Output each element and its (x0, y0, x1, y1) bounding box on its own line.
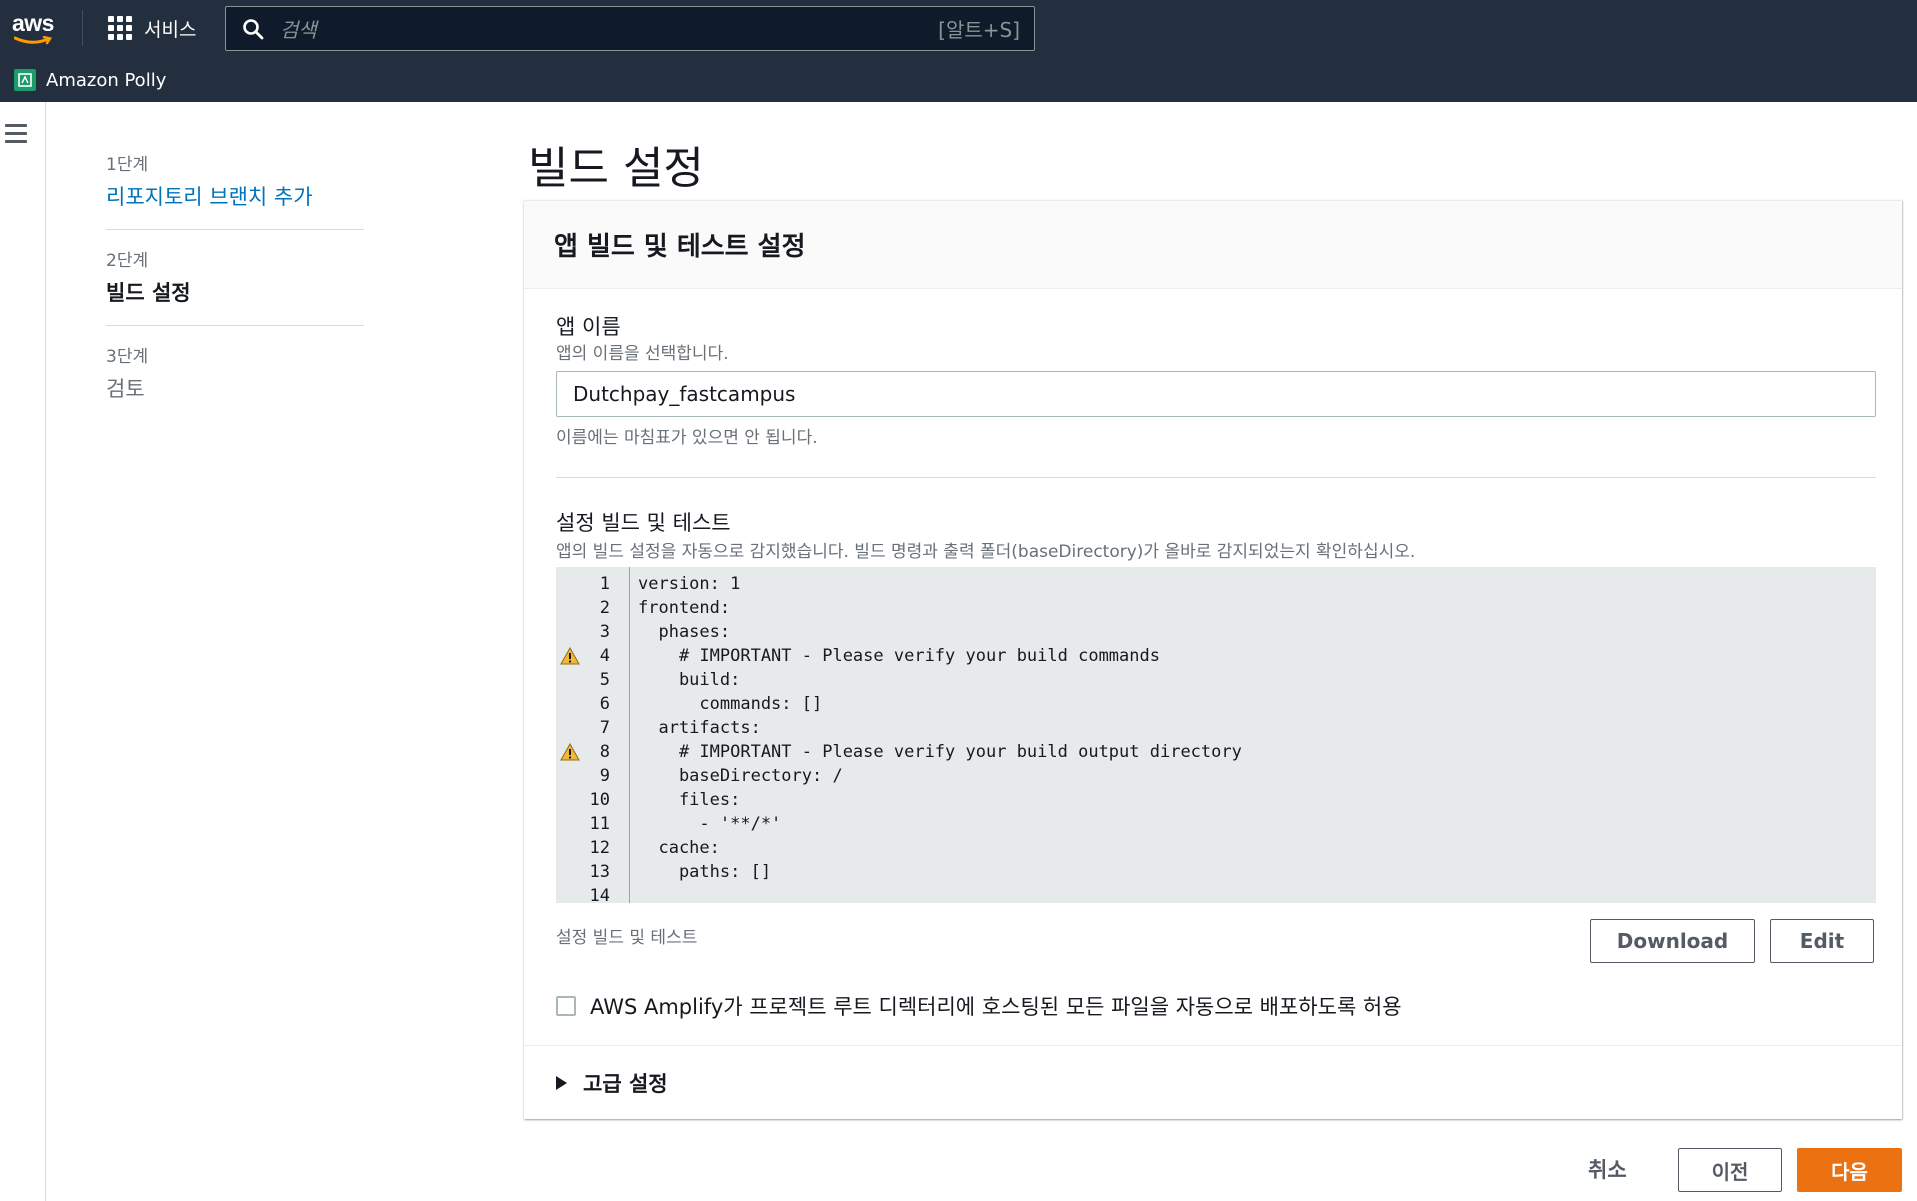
search-placeholder: 검색 (280, 18, 317, 42)
line-number-text: 14 (589, 886, 610, 903)
line-number: 6 (556, 692, 630, 716)
search-input[interactable]: 검색 [알트+S] (225, 6, 1035, 51)
wizard-step-2: 2단계 빌드 설정 (106, 246, 364, 326)
code-line: frontend: (638, 598, 731, 618)
amazon-polly-label: Amazon Polly (46, 69, 167, 91)
container-header: 앱 빌드 및 테스트 설정 (524, 201, 1902, 289)
line-number: 3 (556, 620, 630, 644)
step-number: 3단계 (106, 347, 149, 367)
line-number: 8 (556, 740, 630, 764)
line-number: 10 (556, 788, 630, 812)
build-settings-description: 앱의 빌드 설정을 자동으로 감지했습니다. 빌드 명령과 출력 폴더(base… (556, 542, 1416, 562)
edit-button[interactable]: Edit (1770, 919, 1874, 963)
container-title: 앱 빌드 및 테스트 설정 (554, 232, 806, 262)
step-number: 2단계 (106, 251, 149, 271)
step-title-disabled: 검토 (106, 377, 145, 401)
download-button[interactable]: Download (1590, 919, 1755, 963)
line-number: 13 (556, 860, 630, 884)
app-name-input[interactable] (556, 371, 1876, 417)
line-number-text: 8 (599, 742, 610, 762)
line-number: 5 (556, 668, 630, 692)
line-number: 7 (556, 716, 630, 740)
code-line: phases: (638, 622, 731, 642)
line-number-text: 6 (599, 694, 610, 714)
line-number-text: 2 (599, 598, 610, 618)
auto-deploy-label[interactable]: AWS Amplify가 프로젝트 루트 디렉터리에 호스팅된 모든 파일을 자… (590, 991, 1402, 1021)
code-gutter: 1 2 3 4 5 6 7 8 9 10 11 12 13 14 (556, 567, 630, 903)
code-line: version: 1 (638, 574, 741, 594)
line-number-text: 4 (599, 646, 610, 666)
line-number: 11 (556, 812, 630, 836)
code-line: files: (638, 790, 741, 810)
previous-button[interactable]: 이전 (1678, 1148, 1782, 1192)
line-number-text: 12 (589, 838, 610, 858)
wizard-step-1: 1단계 리포지토리 브랜치 추가 (106, 150, 364, 230)
line-number: 1 (556, 572, 630, 596)
side-navigation-rail (0, 102, 46, 1201)
code-line: build: (638, 670, 741, 690)
service-shortcut-amazon-polly[interactable]: Amazon Polly (0, 62, 166, 98)
build-settings-container: 앱 빌드 및 테스트 설정 앱 이름 앱의 이름을 선택합니다. 이름에는 마침… (524, 200, 1902, 1119)
line-number-text: 1 (599, 574, 610, 594)
code-editor-caption: 설정 빌드 및 테스트 (556, 928, 698, 948)
services-grid-icon (108, 16, 132, 40)
code-line: baseDirectory: / (638, 766, 843, 786)
warning-icon[interactable] (560, 647, 580, 665)
line-number: 2 (556, 596, 630, 620)
code-line: artifacts: (638, 718, 761, 738)
amazon-polly-icon (14, 69, 36, 91)
code-line: cache: (638, 838, 720, 858)
search-shortcut-hint: [알트+S] (938, 18, 1020, 42)
app-name-description: 앱의 이름을 선택합니다. (556, 344, 729, 364)
code-line: paths: [] (638, 862, 772, 882)
code-line: # IMPORTANT - Please verify your build o… (638, 742, 1242, 762)
step-title-current: 빌드 설정 (106, 281, 191, 305)
line-number: 9 (556, 764, 630, 788)
line-number-text: 10 (589, 790, 610, 810)
services-label: 서비스 (144, 18, 197, 41)
wizard-step-3: 3단계 검토 (106, 342, 364, 421)
warning-icon[interactable] (560, 743, 580, 761)
app-name-constraint: 이름에는 마침표가 있으면 안 됩니다. (556, 428, 818, 448)
step-title-link[interactable]: 리포지토리 브랜치 추가 (106, 181, 364, 211)
next-button[interactable]: 다음 (1797, 1148, 1902, 1192)
line-number-text: 3 (599, 622, 610, 642)
line-number-text: 13 (589, 862, 610, 882)
build-settings-label: 설정 빌드 및 테스트 (556, 511, 731, 535)
build-spec-code-editor[interactable]: 1 2 3 4 5 6 7 8 9 10 11 12 13 14 version: 1 frontend: … (556, 567, 1876, 903)
caret-right-icon (556, 1075, 567, 1090)
line-number: 4 (556, 644, 630, 668)
nav-divider (82, 10, 83, 46)
menu-hamburger-icon[interactable] (5, 124, 27, 148)
cancel-button[interactable]: 취소 (1588, 1154, 1627, 1184)
auto-deploy-option: AWS Amplify가 프로젝트 루트 디렉터리에 호스팅된 모든 파일을 자… (556, 991, 1402, 1021)
line-number-text: 9 (599, 766, 610, 786)
line-number-text: 11 (589, 814, 610, 834)
wizard-steps: 1단계 리포지토리 브랜치 추가 2단계 빌드 설정 3단계 검토 (106, 150, 364, 437)
aws-logo[interactable]: aws (12, 10, 62, 45)
services-menu-button[interactable]: 서비스 (108, 12, 196, 44)
line-number-text: 7 (599, 718, 610, 738)
code-line: - '**/*' (638, 814, 782, 834)
section-divider (556, 477, 1876, 478)
aws-logo-text: aws (12, 10, 54, 36)
step-number: 1단계 (106, 155, 149, 175)
aws-smile-icon (14, 36, 53, 45)
code-line: # IMPORTANT - Please verify your build c… (638, 646, 1160, 666)
top-navigation: aws 서비스 검색 [알트+S] Amazon Polly (0, 0, 1917, 102)
advanced-settings-expander[interactable]: 고급 설정 (524, 1045, 1902, 1119)
app-name-label: 앱 이름 (556, 315, 621, 339)
auto-deploy-checkbox[interactable] (556, 996, 576, 1016)
line-number: 12 (556, 836, 630, 860)
search-icon (243, 18, 264, 39)
page-title: 빌드 설정 (528, 143, 704, 194)
advanced-settings-label: 고급 설정 (583, 1071, 668, 1096)
code-line: commands: [] (638, 694, 823, 714)
line-number: 14 (556, 884, 630, 903)
line-number-text: 5 (599, 670, 610, 690)
